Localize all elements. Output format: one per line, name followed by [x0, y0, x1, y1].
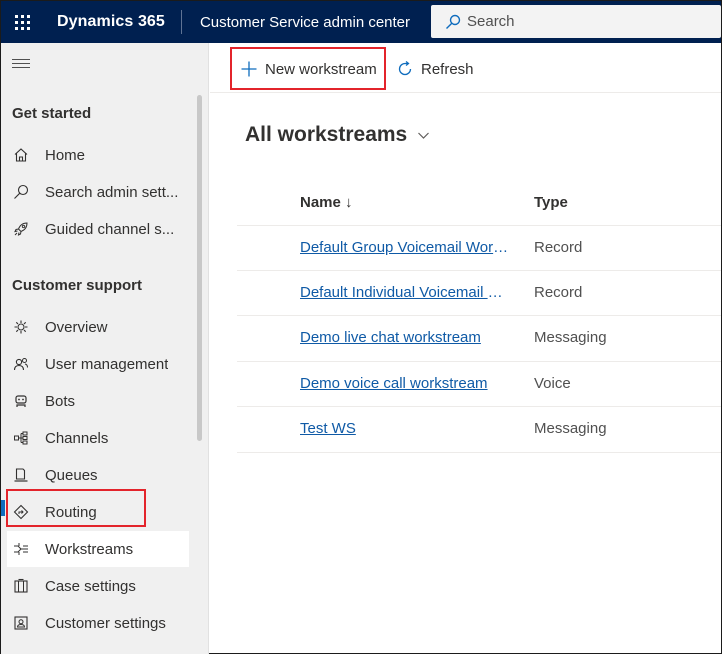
table-bottom-divider [237, 452, 721, 453]
sidebar-item-guided-channel-setup[interactable]: Guided channel s... [7, 211, 189, 247]
sidebar-item-label: Guided channel s... [45, 220, 175, 238]
rocket-icon [11, 219, 31, 239]
column-header-type[interactable]: Type [534, 194, 568, 211]
section-title-customer-support: Customer support [12, 277, 143, 294]
sidebar-item-bots[interactable]: Bots [7, 383, 189, 419]
workstream-name-link[interactable]: Demo live chat workstream [300, 329, 481, 346]
section-title-get-started: Get started [12, 105, 92, 122]
table-row[interactable]: Demo voice call workstream Voice [237, 361, 721, 406]
sidebar-item-label: Channels [45, 429, 109, 447]
sidebar-item-label: Overview [45, 318, 108, 336]
channels-icon [11, 428, 31, 448]
sidebar-item-case-settings[interactable]: Case settings [7, 568, 189, 604]
workstream-name-link[interactable]: Default Individual Voicemail W... [300, 284, 512, 301]
sidebar-item-home[interactable]: Home [7, 137, 189, 173]
sidebar-item-label: Bots [45, 392, 76, 410]
bot-icon [11, 391, 31, 411]
sidebar-item-user-management[interactable]: User management [7, 346, 189, 382]
search-placeholder: Search [467, 13, 515, 30]
sidebar-item-label: User management [45, 355, 169, 373]
selected-indicator [1, 500, 5, 516]
app-launcher-button[interactable] [1, 1, 43, 43]
chevron-down-icon [418, 132, 430, 139]
case-settings-icon [11, 576, 31, 596]
sidebar-item-label: Workstreams [45, 540, 134, 558]
search-icon [11, 182, 31, 202]
refresh-label: Refresh [421, 60, 474, 78]
workstream-type: Messaging [534, 420, 607, 437]
sidebar-item-label: Search admin sett... [45, 183, 179, 201]
highlight-box-new-workstream [230, 47, 386, 90]
workstreams-icon [11, 539, 31, 559]
workstream-name-link[interactable]: Demo voice call workstream [300, 375, 488, 392]
overview-icon [11, 317, 31, 337]
sidebar-item-workstreams[interactable]: Workstreams [7, 531, 189, 567]
sidebar-item-label: Queues [45, 466, 98, 484]
table-row[interactable]: Test WS Messaging [237, 406, 721, 451]
sidebar-item-queues[interactable]: Queues [7, 457, 189, 493]
workstream-name-link[interactable]: Test WS [300, 420, 356, 437]
workstream-type: Record [534, 284, 583, 301]
customer-settings-icon [11, 613, 31, 633]
divider [180, 10, 182, 34]
sidebar-item-overview[interactable]: Overview [7, 309, 189, 345]
highlight-box-workstreams [6, 489, 146, 527]
table-row[interactable]: Demo live chat workstream Messaging [237, 315, 721, 360]
app-name: Customer Service admin center [199, 13, 411, 31]
search-icon [446, 14, 461, 29]
table-row[interactable]: Default Individual Voicemail W... Record [237, 270, 721, 315]
brand-name[interactable]: Dynamics 365 [57, 13, 165, 31]
sidebar-item-label: Case settings [45, 577, 136, 595]
queues-icon [11, 465, 31, 485]
table-row[interactable]: Default Group Voicemail Work... Record [237, 225, 721, 270]
workstream-type: Record [534, 239, 583, 256]
sidebar-item-label: Home [45, 146, 86, 164]
home-icon [11, 145, 31, 165]
sidebar-scrollbar[interactable] [197, 95, 202, 441]
refresh-icon [398, 60, 412, 76]
sidebar-item-search-admin-settings[interactable]: Search admin sett... [7, 174, 189, 210]
view-selector[interactable]: All workstreams [245, 123, 430, 147]
hamburger-icon[interactable] [12, 59, 30, 71]
sidebar-item-label: Customer settings [45, 614, 166, 632]
waffle-icon [14, 14, 30, 30]
workstream-name-link[interactable]: Default Group Voicemail Work... [300, 239, 512, 256]
page-title: All workstreams [245, 123, 408, 146]
refresh-button[interactable]: Refresh [396, 55, 474, 83]
workstream-type: Voice [534, 375, 571, 392]
user-management-icon [11, 354, 31, 374]
sidebar-item-channels[interactable]: Channels [7, 420, 189, 456]
column-header-name[interactable]: Name ↓ [300, 194, 353, 211]
workstream-type: Messaging [534, 329, 607, 346]
sidebar-item-customer-settings[interactable]: Customer settings [7, 605, 189, 641]
top-bar: Dynamics 365 Customer Service admin cent… [1, 1, 721, 43]
search-input[interactable]: Search [431, 5, 721, 38]
